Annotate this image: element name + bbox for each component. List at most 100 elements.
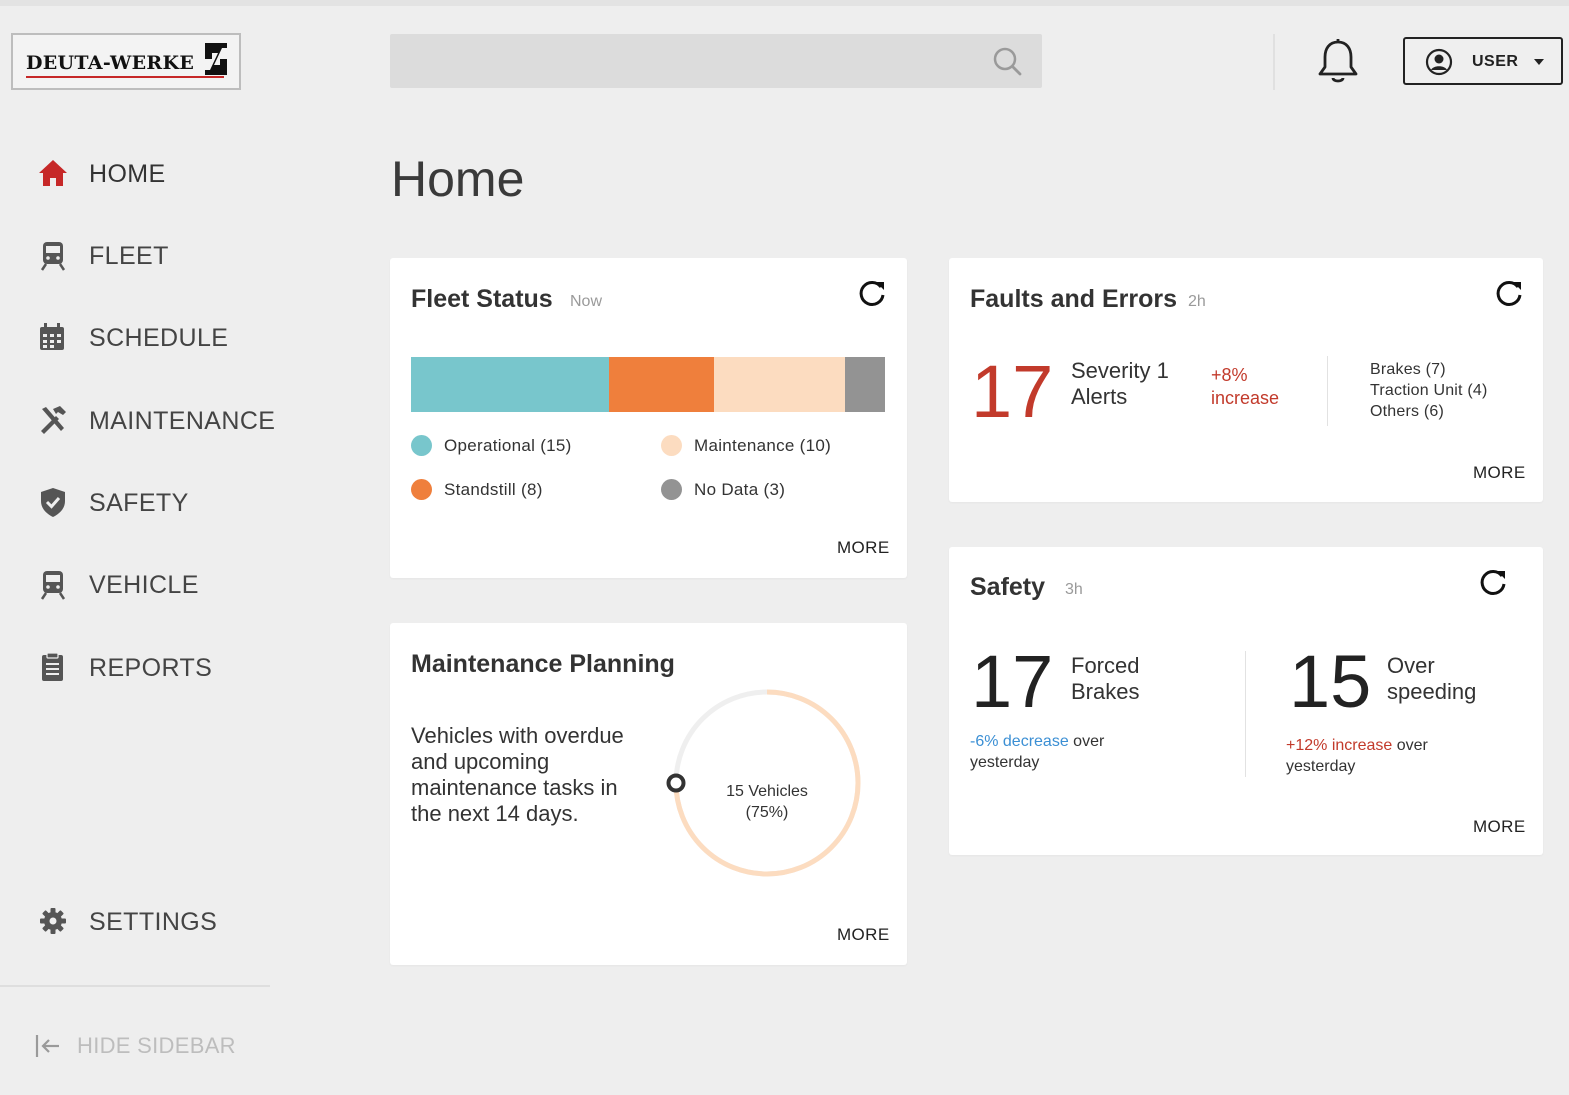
collapse-left-icon [35, 1035, 59, 1057]
bar-segment-no-data [845, 357, 885, 412]
gear-icon [40, 908, 66, 934]
card-timestamp: 3h [1065, 581, 1083, 598]
page-title: Home [391, 151, 525, 207]
breakdown-item: Brakes (7) [1370, 361, 1446, 378]
bar-segment-standstill [608, 357, 714, 412]
legend-label: Maintenance (10) [694, 436, 832, 455]
shield-check-icon [41, 488, 65, 517]
sidebar-item-label: HOME [89, 160, 166, 188]
trend-value: +12% increase [1286, 737, 1393, 754]
fleet-status-bar [411, 357, 885, 412]
card-title: Safety [970, 573, 1046, 601]
maintenance-planning-card: Maintenance Planning Vehicles with overd… [390, 623, 907, 965]
fleet-status-card: Fleet Status Now Operational (15) Mainte… [390, 258, 907, 578]
home-icon [39, 160, 67, 186]
brand-logo[interactable]: DEUTA-WERKE [11, 33, 241, 90]
refresh-icon[interactable] [1478, 567, 1508, 597]
logo-mark-icon [205, 43, 227, 75]
refresh-icon[interactable] [857, 278, 887, 308]
sidebar-item-label: MAINTENANCE [89, 407, 276, 435]
legend-swatch [661, 479, 682, 500]
legend-swatch [411, 435, 432, 456]
legend-swatch [411, 479, 432, 500]
logo-text: DEUTA-WERKE [26, 52, 195, 74]
trend-text: increase [1211, 388, 1280, 408]
train-icon [40, 242, 66, 271]
sidebar-item-schedule[interactable]: SCHEDULE [36, 317, 296, 357]
maintenance-description: Vehicles with overdue and upcoming maint… [411, 723, 624, 826]
card-title: Fleet Status [411, 285, 553, 313]
legend-label: Standstill (8) [444, 480, 543, 499]
sidebar-item-label: SAFETY [89, 489, 189, 517]
sidebar-item-label: SCHEDULE [89, 324, 229, 352]
faults-errors-card: Faults and Errors 2h 17 Severity 1 Alert… [949, 258, 1543, 502]
trend-value: +8% [1211, 365, 1248, 385]
breakdown-item: Traction Unit (4) [1370, 382, 1488, 399]
header-divider [1273, 34, 1275, 90]
sidebar-item-fleet[interactable]: FLEET [36, 235, 296, 275]
sidebar-item-home[interactable]: HOME [36, 153, 296, 193]
more-link[interactable]: MORE [1473, 817, 1526, 837]
forced-brakes-trend: -6% decrease over yesterday [970, 731, 1104, 773]
card-timestamp: 2h [1188, 293, 1206, 310]
donut-count: 15 Vehicles [726, 783, 808, 800]
fault-breakdown: Brakes (7) Traction Unit (4) Others (6) [1370, 359, 1488, 422]
legend-swatch [661, 435, 682, 456]
sidebar-item-reports[interactable]: REPORTS [36, 647, 296, 687]
sidebar-item-vehicle[interactable]: VEHICLE [36, 564, 296, 604]
trend-text: over [1392, 737, 1428, 754]
hide-sidebar-label: HIDE SIDEBAR [77, 1033, 236, 1058]
notification-bell-icon[interactable] [1316, 38, 1360, 86]
sidebar-item-settings[interactable]: SETTINGS [36, 901, 296, 941]
clipboard-icon [42, 652, 63, 681]
donut-percent: (75%) [745, 804, 789, 821]
card-title: Faults and Errors [970, 285, 1177, 313]
over-speeding-trend: +12% increase over yesterday [1286, 735, 1428, 777]
legend-label: Operational (15) [444, 436, 572, 455]
top-strip [0, 0, 1569, 6]
severity-alert-label: Severity 1 Alerts [1071, 358, 1169, 410]
chevron-down-icon [1534, 59, 1544, 65]
forced-brakes-label: Forced Brakes [1071, 653, 1139, 705]
logo-underline [26, 76, 224, 78]
sidebar-item-safety[interactable]: SAFETY [36, 482, 296, 522]
card-divider [1245, 651, 1246, 777]
label-line: Over [1387, 653, 1435, 678]
bar-segment-operational [411, 357, 609, 412]
card-divider [1327, 356, 1328, 426]
trend-text: over [1068, 733, 1105, 750]
user-label: USER [1472, 53, 1519, 70]
legend-label: No Data (3) [694, 480, 786, 499]
search-input[interactable] [406, 44, 970, 80]
sidebar-item-maintenance[interactable]: MAINTENANCE [36, 400, 296, 440]
label-line: Forced [1071, 653, 1140, 678]
sidebar-item-label: FLEET [89, 242, 169, 270]
trend-value: -6% decrease [970, 733, 1069, 750]
refresh-icon[interactable] [1494, 278, 1524, 308]
over-speeding-label: Over speeding [1387, 653, 1476, 705]
tools-icon [41, 406, 66, 434]
label-line: Severity 1 [1071, 358, 1169, 383]
severity-trend: +8% increase [1211, 364, 1279, 410]
label-line: speeding [1387, 679, 1477, 704]
user-menu-button[interactable]: USER [1403, 37, 1563, 85]
user-avatar-icon [1425, 48, 1453, 76]
donut-center-label: 15 Vehicles (75%) [700, 781, 834, 823]
label-line: Alerts [1071, 384, 1128, 409]
label-line: Brakes [1071, 679, 1140, 704]
more-link[interactable]: MORE [837, 538, 890, 558]
card-title: Maintenance Planning [411, 650, 675, 678]
more-link[interactable]: MORE [837, 925, 890, 945]
search-bar[interactable] [390, 34, 1042, 88]
forced-brakes-count: 17 [971, 640, 1054, 723]
card-timestamp: Now [570, 293, 603, 310]
more-link[interactable]: MORE [1473, 463, 1526, 483]
progress-ring-knob [666, 773, 686, 793]
train-icon [40, 571, 66, 600]
bar-segment-maintenance [713, 357, 846, 412]
sidebar-divider [0, 985, 270, 987]
hide-sidebar-button[interactable]: HIDE SIDEBAR [34, 1030, 254, 1062]
search-icon[interactable] [991, 45, 1023, 77]
safety-card: Safety 3h 17 Forced Brakes -6% decrease … [949, 547, 1543, 855]
trend-text: yesterday [1286, 758, 1356, 775]
